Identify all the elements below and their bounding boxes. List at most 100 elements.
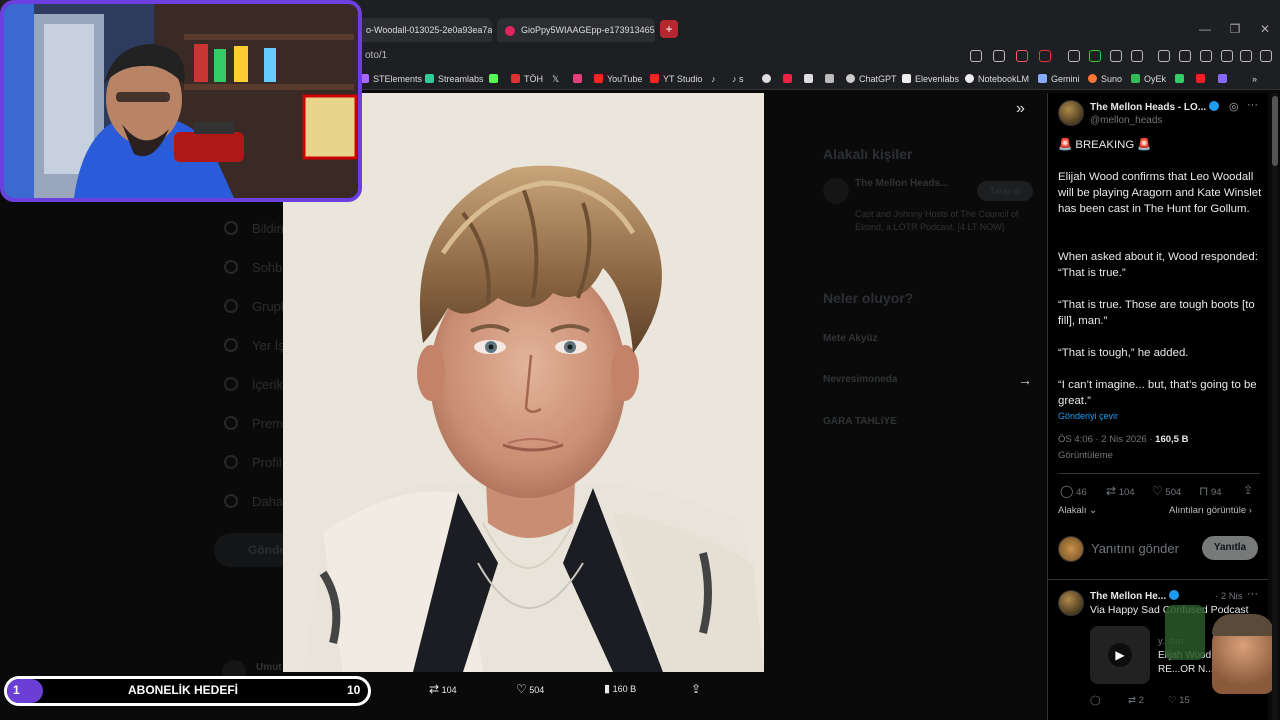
ai-icon[interactable] <box>1221 50 1233 62</box>
install-icon[interactable] <box>970 50 982 62</box>
bookmark-notebooklm[interactable]: NotebookLM <box>965 72 1029 86</box>
related-bio: Cast and Johnny Hosts of The Council of … <box>855 209 1019 232</box>
maximize-icon[interactable]: ❐ <box>1220 14 1250 44</box>
bookmark-pdf[interactable] <box>1196 72 1209 86</box>
reply-reply-icon[interactable]: ◯ <box>1090 695 1101 706</box>
new-tab-button[interactable]: + <box>660 20 678 38</box>
more-icon[interactable]: ··· <box>1247 99 1258 111</box>
views-label: Görüntüleme <box>1058 450 1113 461</box>
bookmark-icon: ⊓ <box>1199 484 1209 498</box>
extension-icon[interactable] <box>1089 50 1101 62</box>
bookmark-stelements[interactable]: STElements <box>360 72 422 86</box>
reply-icon: ◯ <box>1060 484 1074 498</box>
photo-share[interactable]: ⇪ <box>691 682 701 696</box>
play-icon[interactable]: ▶ <box>1108 643 1132 667</box>
video-thumbnail[interactable]: ▶ <box>1090 626 1150 684</box>
photo-like[interactable]: ♡ 504 <box>516 682 544 696</box>
sidebar-icon[interactable] <box>1179 50 1191 62</box>
bookmark-instagram[interactable] <box>573 72 586 86</box>
trend-item: GARA TAHLiYE <box>823 416 897 427</box>
scrollbar-thumb[interactable] <box>1272 96 1278 166</box>
reply-like[interactable]: ♡ 15 <box>1168 695 1190 706</box>
extension-icon[interactable] <box>1110 50 1122 62</box>
tab-2-label: GioPpy5WIAAGEpp-e173913465131 <box>521 25 655 35</box>
reply-retweet[interactable]: ⇄ 2 <box>1128 695 1144 706</box>
reply-author-name[interactable]: The Mellon He... <box>1090 590 1180 602</box>
reply-time: · 2 Nis <box>1215 591 1243 602</box>
bookmark-tool[interactable] <box>825 72 838 86</box>
bookmark-chatgpt[interactable]: ChatGPT <box>846 72 897 86</box>
view-quotes-link[interactable]: Alıntıları görüntüle › <box>1169 505 1252 516</box>
like-action[interactable]: ♡ 504 <box>1152 484 1181 498</box>
bookmark-action[interactable]: ⊓ 94 <box>1199 484 1222 498</box>
more-icon[interactable]: ··· <box>1247 588 1258 600</box>
share-icon[interactable] <box>993 50 1005 62</box>
reply-input[interactable]: Yanıtını gönder <box>1091 541 1179 556</box>
bookmark-amazon[interactable] <box>804 72 817 86</box>
post-button: Gönder <box>214 533 283 567</box>
url-text[interactable]: oto/1 <box>365 50 387 61</box>
share-icon: ⇪ <box>691 682 702 696</box>
photo-retweet[interactable]: ⇄ 104 <box>429 682 457 696</box>
reply-action[interactable]: ◯ 46 <box>1060 484 1087 498</box>
bookmark-toh[interactable]: TÖH <box>511 72 543 86</box>
bookmark-kick[interactable] <box>489 72 502 86</box>
photo-views[interactable]: ▮ 160 B <box>604 682 636 695</box>
bookmark-x[interactable]: 𝕏 <box>552 72 559 86</box>
reply-author-avatar[interactable] <box>1058 590 1084 616</box>
tweet-line: When asked about it, Wood responded: “Th… <box>1058 251 1258 279</box>
tweet-line: “That is tough,” he added. <box>1058 347 1189 359</box>
vpn-icon[interactable] <box>1240 50 1252 62</box>
bookmark-suno[interactable]: Suno <box>1088 72 1122 86</box>
my-avatar <box>1058 536 1084 562</box>
bookmark-tiktok[interactable]: ♪ <box>711 72 716 86</box>
extension-icon[interactable] <box>1068 50 1080 62</box>
bookmark-app-green[interactable] <box>1175 72 1188 86</box>
card-title-2[interactable]: RE...OR N... <box>1158 664 1214 675</box>
minimize-icon[interactable]: — <box>1190 14 1220 44</box>
trend-item: Mete Akyüz <box>823 333 878 344</box>
chevron-down-icon: ⌄ <box>1089 505 1098 516</box>
bookmark-app[interactable] <box>783 72 796 86</box>
collapse-panel-icon[interactable]: » <box>1016 100 1025 118</box>
bookmark-streamlabs[interactable]: Streamlabs <box>425 72 484 86</box>
share-icon: ⇪ <box>1243 483 1254 497</box>
author-name[interactable]: The Mellon Heads - LO... <box>1090 101 1220 113</box>
bookmark-gemini[interactable]: Gemini <box>1038 72 1080 86</box>
next-image-icon[interactable]: → <box>1018 372 1032 388</box>
grok-icon[interactable]: ◎ <box>1229 100 1239 113</box>
bookmark-threads[interactable] <box>762 72 775 86</box>
tweet-timestamp[interactable]: ÖS 4:06 · 2 Nis 2026 · 160,5 B <box>1058 434 1188 445</box>
divider <box>1058 473 1260 474</box>
webcam-illustration <box>4 4 358 198</box>
tweet-line: 🚨 BREAKING 🚨 <box>1058 139 1152 151</box>
hat-image <box>1212 614 1274 636</box>
tab-1[interactable]: o-Woodall-013025-2e0a93ea7a4 <box>358 18 492 42</box>
author-avatar[interactable] <box>1058 100 1084 126</box>
verified-icon <box>1209 101 1220 111</box>
extension-icon[interactable] <box>1131 50 1143 62</box>
menu-icon[interactable] <box>1260 50 1272 62</box>
bookmark-youtube[interactable]: YouTube <box>594 72 642 86</box>
music-icon[interactable] <box>1158 50 1170 62</box>
rewards-icon[interactable] <box>1039 50 1051 62</box>
close-icon[interactable]: ✕ <box>1250 14 1280 44</box>
bookmark-app-purple[interactable] <box>1218 72 1231 86</box>
goal-label: ABONELİK HEDEFİ <box>128 683 239 697</box>
bookmark-yt-studio[interactable]: YT Studio <box>650 72 702 86</box>
bookmarks-overflow-icon[interactable]: » <box>1252 72 1257 86</box>
bookmark-oyek[interactable]: OyEk <box>1131 72 1166 86</box>
wallet-icon[interactable] <box>1200 50 1212 62</box>
share-action[interactable]: ⇪ <box>1243 483 1253 497</box>
bookmark-tiktok-s[interactable]: ♪ s <box>732 72 744 86</box>
scrollbar[interactable] <box>1272 93 1278 720</box>
bookmark-elevenlabs[interactable]: Elevenlabs <box>902 72 959 86</box>
reply-button[interactable]: Yanıtla <box>1202 536 1258 560</box>
brave-shield-icon[interactable] <box>1016 50 1028 62</box>
sort-dropdown[interactable]: Alakalı ⌄ <box>1058 505 1097 516</box>
tab-2[interactable]: GioPpy5WIAAGEpp-e173913465131 <box>497 18 655 42</box>
author-handle[interactable]: @mellon_heads <box>1090 115 1162 126</box>
nav-item: Profil <box>252 455 282 470</box>
translate-link[interactable]: Gönderiyi çevir <box>1058 411 1118 421</box>
retweet-action[interactable]: ⇄ 104 <box>1106 484 1135 498</box>
